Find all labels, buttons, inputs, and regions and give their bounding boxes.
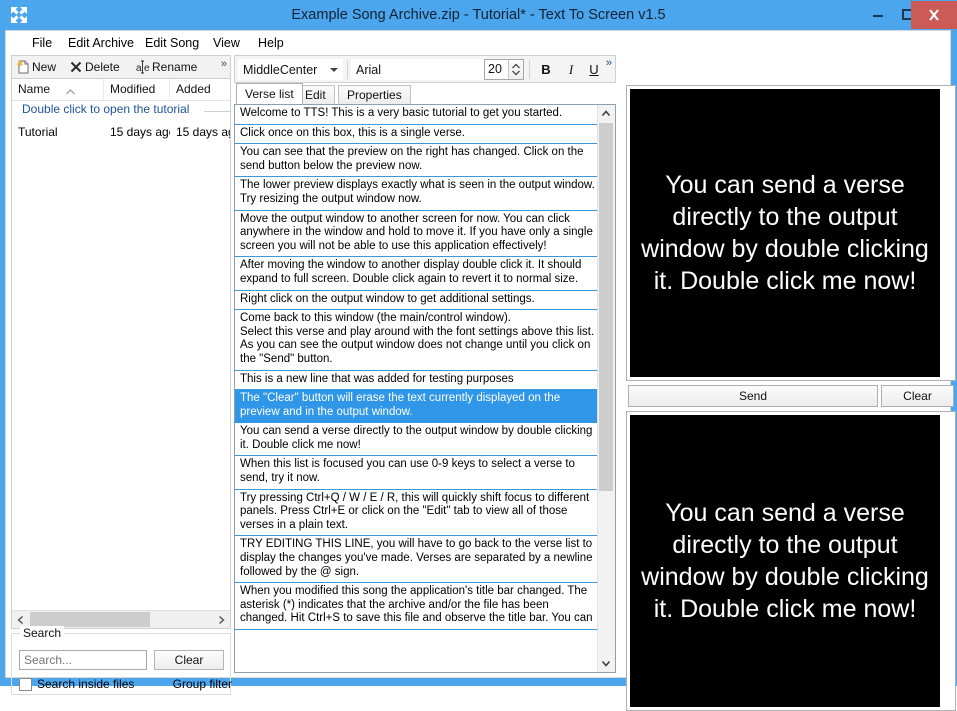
- menu-edit-song[interactable]: Edit Song: [137, 33, 207, 53]
- song-pane: MiddleCenter Arial 20 B I U » Verse list…: [234, 55, 810, 673]
- scroll-down-icon[interactable]: [598, 655, 614, 672]
- search-inside-files-checkbox[interactable]: [19, 678, 32, 691]
- new-button-label: New: [32, 60, 57, 74]
- file-list-group-row: Double click to open the tutorial: [12, 101, 230, 122]
- toolbar-overflow-chevron-icon[interactable]: »: [221, 58, 227, 70]
- font-family-value: Arial: [356, 63, 382, 77]
- preview-upper-screen[interactable]: You can send a verse directly to the out…: [630, 89, 940, 377]
- cell-added: 15 days ag: [176, 125, 230, 139]
- horizontal-scroll-thumb[interactable]: [30, 612, 150, 627]
- delete-x-icon: [69, 60, 83, 74]
- verse-item[interactable]: You can send a verse directly to the out…: [235, 423, 599, 457]
- preview-lower-screen[interactable]: You can send a verse directly to the out…: [630, 415, 940, 707]
- search-inside-files-label[interactable]: Search inside files: [37, 676, 134, 693]
- close-button[interactable]: [911, 1, 957, 29]
- svg-text:a: a: [136, 63, 142, 74]
- window-title: Example Song Archive.zip - Tutorial* - T…: [291, 7, 666, 23]
- file-list[interactable]: Name Modified Added Double click to open…: [11, 79, 231, 629]
- menu-view[interactable]: View: [205, 33, 248, 53]
- preview-lower: You can send a verse directly to the out…: [626, 411, 956, 711]
- new-button[interactable]: New: [16, 58, 56, 77]
- verse-item[interactable]: This is a new line that was added for te…: [235, 370, 599, 391]
- tab-strip: Verse list Edit Properties: [234, 83, 616, 104]
- send-button[interactable]: Send: [628, 385, 878, 407]
- menu-file[interactable]: File: [24, 33, 60, 53]
- search-input[interactable]: [19, 650, 147, 670]
- tab-verse-list[interactable]: Verse list: [236, 83, 303, 104]
- group-filter-label[interactable]: Group filter: [173, 676, 232, 693]
- verse-item[interactable]: When this list is focused you can use 0-…: [235, 456, 599, 490]
- menu-edit-archive[interactable]: Edit Archive: [60, 33, 142, 53]
- cell-name: Tutorial: [18, 125, 58, 139]
- underline-button[interactable]: U: [583, 59, 605, 80]
- verse-item[interactable]: You can see that the preview on the righ…: [235, 144, 599, 178]
- search-inside-files-row: Search inside files Group filter: [19, 676, 232, 694]
- archive-toolbar: New Delete a e Rename »: [11, 55, 231, 79]
- menu-bar: File Edit Archive Edit Song View Help: [6, 31, 950, 56]
- delete-button[interactable]: Delete: [69, 58, 120, 77]
- toolbar-separator: [529, 60, 530, 79]
- group-header-divider: [204, 111, 230, 112]
- verse-item[interactable]: The lower preview displays exactly what …: [235, 177, 599, 211]
- column-header-added[interactable]: Added: [170, 79, 230, 100]
- spinner-arrows-icon[interactable]: [508, 60, 523, 79]
- preview-upper-margin: [940, 89, 952, 377]
- alignment-value: MiddleCenter: [243, 63, 318, 77]
- scroll-right-icon[interactable]: [213, 611, 230, 628]
- sort-ascending-icon: [66, 81, 75, 95]
- verse-list[interactable]: Welcome to TTS! This is a very basic tut…: [234, 104, 616, 673]
- italic-button[interactable]: I: [560, 59, 582, 80]
- column-header-modified[interactable]: Modified: [104, 79, 170, 100]
- bold-button[interactable]: B: [535, 59, 557, 80]
- verse-item[interactable]: The "Clear" button will erase the text c…: [235, 390, 599, 424]
- alignment-dropdown[interactable]: MiddleCenter: [238, 59, 343, 80]
- cell-modified: 15 days ago: [110, 125, 170, 139]
- font-toolbar: MiddleCenter Arial 20 B I U »: [234, 55, 616, 83]
- minimize-button[interactable]: [863, 0, 893, 29]
- chevron-down-icon: [330, 68, 338, 72]
- preview-button-row: Send Clear: [626, 385, 956, 407]
- font-toolbar-overflow-chevron-icon[interactable]: »: [606, 57, 612, 69]
- verse-item[interactable]: Welcome to TTS! This is a very basic tut…: [235, 105, 599, 125]
- preview-upper: You can send a verse directly to the out…: [626, 85, 956, 381]
- search-panel-legend: Search: [20, 626, 65, 640]
- column-header-name[interactable]: Name: [12, 79, 104, 100]
- preview-pane: You can send a verse directly to the out…: [626, 85, 956, 711]
- verse-item[interactable]: Click once on this box, this is a single…: [235, 124, 599, 145]
- toolbar-separator: [347, 60, 348, 79]
- verse-item[interactable]: Move the output window to another screen…: [235, 210, 599, 258]
- verse-item[interactable]: Come back to this window (the main/contr…: [235, 310, 599, 371]
- rename-button-label: Rename: [152, 60, 198, 74]
- verse-item[interactable]: After moving the window to another displ…: [235, 257, 599, 291]
- archive-pane: New Delete a e Rename » Name Modified Ad…: [11, 55, 232, 695]
- clear-button[interactable]: Clear: [881, 385, 954, 407]
- search-clear-button[interactable]: Clear: [154, 650, 224, 670]
- verse-list-vertical-scrollbar[interactable]: [597, 105, 615, 672]
- font-size-value: 20: [488, 62, 502, 76]
- rename-button[interactable]: a e Rename: [136, 58, 197, 77]
- table-row[interactable]: Tutorial 15 days ago 15 days ag: [12, 122, 230, 142]
- group-header-label[interactable]: Double click to open the tutorial: [22, 102, 189, 116]
- delete-button-label: Delete: [85, 60, 120, 74]
- new-document-icon: [16, 60, 30, 74]
- tab-properties[interactable]: Properties: [338, 85, 411, 104]
- menu-help[interactable]: Help: [250, 33, 292, 53]
- preview-upper-text: You can send a verse directly to the out…: [641, 171, 929, 295]
- verse-list-items: Welcome to TTS! This is a very basic tut…: [235, 105, 599, 672]
- font-size-stepper[interactable]: 20: [484, 59, 524, 80]
- verse-item[interactable]: When you modified this song the applicat…: [235, 583, 599, 630]
- rename-text-icon: a e: [136, 60, 150, 74]
- preview-lower-text: You can send a verse directly to the out…: [641, 499, 929, 623]
- verse-item[interactable]: Try pressing Ctrl+Q / W / E / R, this wi…: [235, 489, 599, 537]
- scroll-up-icon[interactable]: [598, 105, 614, 122]
- title-bar: Example Song Archive.zip - Tutorial* - T…: [0, 0, 957, 30]
- verse-item[interactable]: Right click on the output window to get …: [235, 290, 599, 311]
- application-window: Example Song Archive.zip - Tutorial* - T…: [0, 0, 957, 711]
- vertical-scroll-thumb[interactable]: [599, 123, 613, 491]
- svg-text:e: e: [144, 63, 150, 74]
- preview-lower-margin: [940, 415, 952, 707]
- verse-item[interactable]: TRY EDITING THIS LINE, you will have to …: [235, 536, 599, 584]
- client-area: File Edit Archive Edit Song View Help Ne: [5, 30, 956, 711]
- file-list-header: Name Modified Added: [12, 79, 230, 101]
